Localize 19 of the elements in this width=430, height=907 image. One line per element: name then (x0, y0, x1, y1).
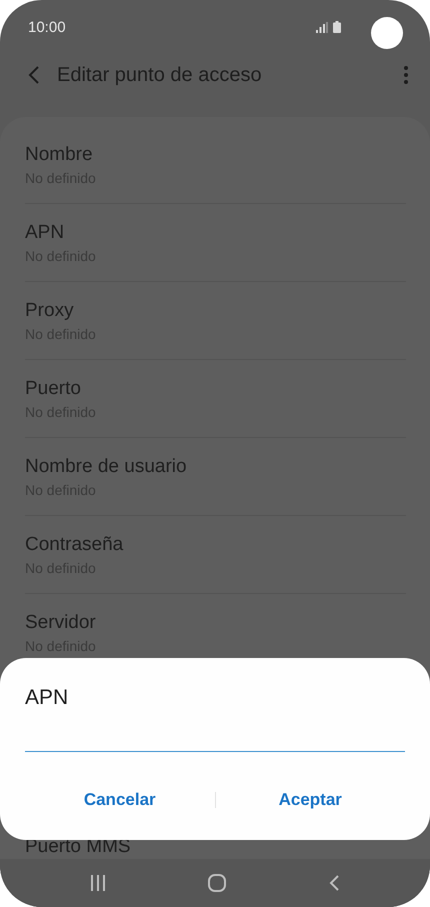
setting-title[interactable]: APN (25, 222, 64, 244)
signal-icon (316, 22, 328, 33)
setting-title[interactable]: Contraseña (25, 534, 124, 556)
setting-title[interactable]: Puerto (25, 378, 81, 400)
more-options-button[interactable] (402, 64, 410, 86)
home-icon[interactable] (208, 874, 226, 892)
back-icon[interactable] (328, 875, 339, 891)
dialog-button[interactable]: Cancelar (25, 782, 214, 818)
dialog-button[interactable]: Aceptar (216, 782, 405, 818)
battery-icon (333, 21, 341, 33)
dialog-title: APN (25, 686, 68, 710)
setting-title[interactable]: Servidor (25, 612, 96, 634)
setting-title[interactable]: Proxy (25, 300, 74, 322)
status-time: 10:00 (28, 18, 66, 36)
setting-title[interactable]: Nombre (25, 144, 93, 166)
screen-title: Editar punto de acceso (57, 64, 262, 86)
camera-hole (371, 17, 403, 49)
setting-title[interactable]: Nombre de usuario (25, 456, 187, 478)
recent-apps-icon[interactable] (91, 875, 106, 891)
